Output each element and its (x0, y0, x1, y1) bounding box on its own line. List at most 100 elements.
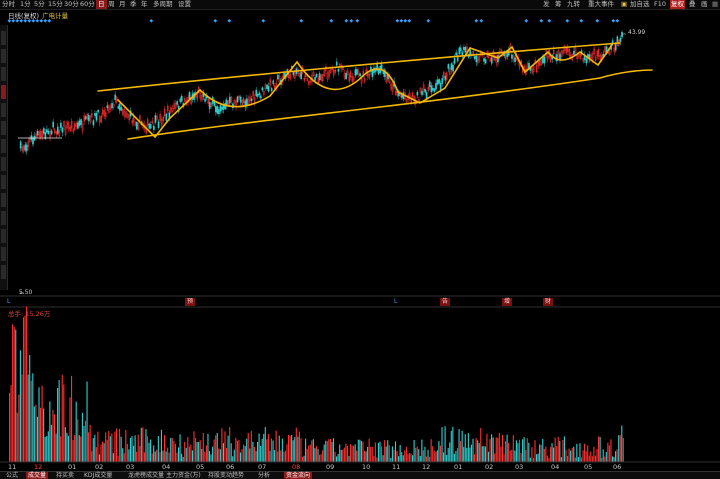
volume-bar (314, 448, 316, 462)
volume-bar (151, 453, 153, 462)
volume-bar (88, 432, 90, 462)
volume-bar (164, 435, 166, 462)
volume-bar (106, 439, 108, 462)
candle-body (345, 73, 347, 80)
volume-bar (399, 445, 401, 462)
candle-body (216, 106, 219, 114)
volume-bar (353, 445, 355, 462)
volume-bar (207, 433, 209, 462)
volume-bar (150, 439, 152, 462)
candle-body (32, 137, 34, 145)
volume-bar (9, 392, 11, 462)
volume-bar (498, 432, 500, 462)
volume-bar (162, 450, 164, 462)
volume-bar (376, 457, 378, 462)
month-tick: 04 (162, 463, 171, 471)
event-marker[interactable]: 告 (440, 298, 451, 306)
volume-bar (286, 444, 288, 462)
volume-bar (224, 431, 226, 462)
volume-bar (94, 434, 96, 462)
volume-bar (10, 385, 12, 462)
candle-body (97, 110, 99, 113)
volume-bar (537, 453, 539, 462)
volume-bar (92, 438, 94, 462)
volume-bar (585, 451, 587, 462)
volume-bar (359, 439, 361, 462)
volume-bar (427, 449, 429, 462)
candle-body (60, 122, 62, 128)
volume-bar (102, 441, 104, 462)
volume-bar (280, 450, 282, 462)
candle-body (463, 47, 465, 51)
volume-bar (407, 454, 409, 462)
volume-bar (405, 446, 407, 462)
volume-bar (295, 427, 297, 462)
volume-bar (146, 436, 149, 462)
candle-body (114, 94, 116, 100)
volume-bar (381, 446, 383, 462)
volume-bar (472, 438, 474, 462)
volume-bar (267, 434, 269, 462)
volume-bar (232, 456, 234, 462)
volume-bar (222, 443, 224, 462)
month-tick: 07 (258, 463, 267, 471)
volume-bar (340, 449, 342, 462)
month-tick: 08 (292, 463, 301, 471)
volume-bar (497, 437, 499, 462)
volume-bar (201, 448, 203, 462)
volume-bar (553, 447, 555, 462)
event-dot (399, 18, 404, 23)
volume-bar (27, 374, 29, 462)
candle-body (157, 121, 160, 128)
event-dot (39, 18, 44, 23)
candle-body (87, 115, 90, 121)
volume-bar (599, 437, 601, 462)
candle-body (621, 32, 623, 38)
volume-bar (170, 437, 172, 462)
candle-body (106, 105, 109, 109)
candle-body (154, 115, 157, 123)
volume-bar (573, 446, 575, 462)
event-marker[interactable]: 财 (543, 298, 554, 306)
volume-bar (494, 453, 496, 462)
event-marker[interactable]: 预 (185, 298, 196, 306)
volume-bar (142, 427, 144, 462)
volume-bar (238, 440, 240, 462)
volume-bar (322, 450, 324, 462)
candle-body (436, 79, 439, 85)
volume-bar (69, 397, 71, 462)
candle-body (26, 144, 28, 152)
volume-bar (191, 450, 193, 462)
candle-body (219, 105, 222, 112)
volume-bar (278, 435, 280, 462)
candle-body (272, 80, 275, 84)
volume-bar (332, 438, 335, 462)
event-dot (35, 18, 40, 23)
volume-bar (489, 439, 491, 462)
volume-bars (9, 306, 624, 462)
volume-bar (114, 431, 116, 462)
candle-body (447, 64, 450, 69)
max-price-label: 43.99 (628, 29, 646, 36)
volume-bar (574, 457, 576, 462)
volume-bar (503, 454, 505, 462)
volume-bar (212, 446, 214, 462)
volume-bar (190, 444, 192, 462)
volume-bar (404, 450, 406, 462)
volume-bar (125, 429, 127, 462)
volume-bar (78, 435, 80, 462)
volume-bar (477, 440, 479, 462)
candle-body (514, 57, 516, 62)
volume-bar (12, 324, 14, 462)
volume-bar (71, 375, 73, 462)
event-marker[interactable]: L (5, 298, 12, 306)
event-marker[interactable]: 增 (502, 298, 513, 306)
event-marker-row: L 预 L 告 增 财 (0, 298, 720, 308)
volume-bar (80, 436, 82, 462)
kline-chart[interactable] (0, 0, 720, 478)
volume-bar (275, 430, 277, 462)
candle-body (95, 113, 98, 121)
volume-bar (241, 449, 243, 462)
event-marker[interactable]: L (392, 298, 399, 306)
volume-bar (598, 436, 600, 462)
